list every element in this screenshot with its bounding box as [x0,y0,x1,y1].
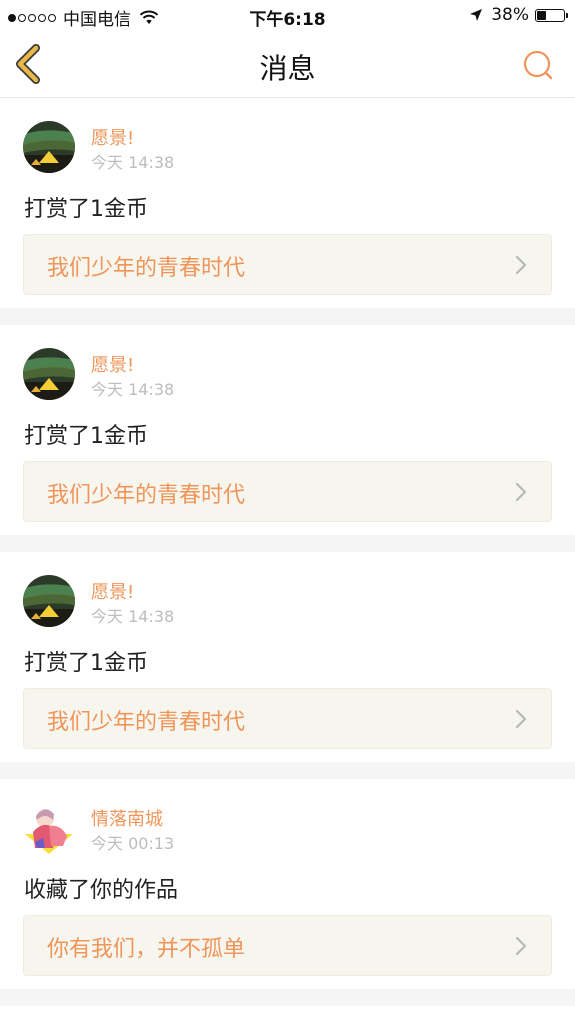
status-bar: 中国电信 下午6:18 38% [0,0,575,32]
message-item: 愿景! 今天 14:38 打赏了1金币 我们少年的青春时代 [0,98,575,308]
message-action: 收藏了你的作品 [24,878,179,903]
username[interactable]: 情落南城 [91,805,163,831]
work-link[interactable]: 我们少年的青春时代 [23,234,552,295]
message-item: 愿景! 今天 14:38 打赏了1金币 我们少年的青春时代 [0,325,575,535]
search-icon [523,50,553,80]
work-link[interactable]: 我们少年的青春时代 [23,461,552,522]
message-time: 今天 14:38 [91,380,175,399]
message-action: 打赏了1金币 [24,197,148,222]
page-title: 消息 [259,52,316,85]
work-link[interactable]: 我们少年的青春时代 [23,688,552,749]
avatar[interactable] [23,575,75,627]
divider [0,308,575,325]
status-right: 38% [469,5,568,25]
work-title: 我们少年的青春时代 [47,256,246,281]
message-action: 打赏了1金币 [24,651,148,676]
message-item: 情落南城 今天 00:13 收藏了你的作品 你有我们，并不孤单 [0,779,575,989]
message-time: 今天 14:38 [91,607,175,626]
nav-bar: 消息 [0,32,575,98]
work-title: 我们少年的青春时代 [47,710,246,735]
divider [0,535,575,552]
chevron-right-icon [515,482,527,502]
username[interactable]: 愿景! [91,124,134,150]
username[interactable]: 愿景! [91,578,134,604]
battery-icon [535,8,568,22]
avatar[interactable] [23,802,75,854]
message-item: 愿景! 今天 14:38 打赏了1金币 我们少年的青春时代 [0,552,575,762]
work-link[interactable]: 你有我们，并不孤单 [23,915,552,976]
aurora-tent-avatar [23,121,75,173]
chevron-right-icon [515,255,527,275]
avatar[interactable] [23,121,75,173]
chevron-right-icon [515,709,527,729]
message-action: 打赏了1金币 [24,424,148,449]
divider [0,989,575,1006]
message-list: 愿景! 今天 14:38 打赏了1金币 我们少年的青春时代 愿景! 今天 14:… [0,98,575,1006]
work-title: 你有我们，并不孤单 [47,937,246,962]
message-time: 今天 14:38 [91,153,175,172]
aurora-tent-avatar [23,348,75,400]
username[interactable]: 愿景! [91,351,134,377]
aurora-tent-avatar [23,575,75,627]
work-title: 我们少年的青春时代 [47,483,246,508]
battery-level-fill [537,10,546,20]
location-arrow-icon [470,9,483,21]
divider [0,762,575,779]
illustrated-girl-avatar [23,802,75,854]
message-time: 今天 00:13 [91,834,175,853]
chevron-right-icon [515,936,527,956]
avatar[interactable] [23,348,75,400]
search-button[interactable] [521,48,555,82]
battery-percent: 38% [491,5,529,25]
